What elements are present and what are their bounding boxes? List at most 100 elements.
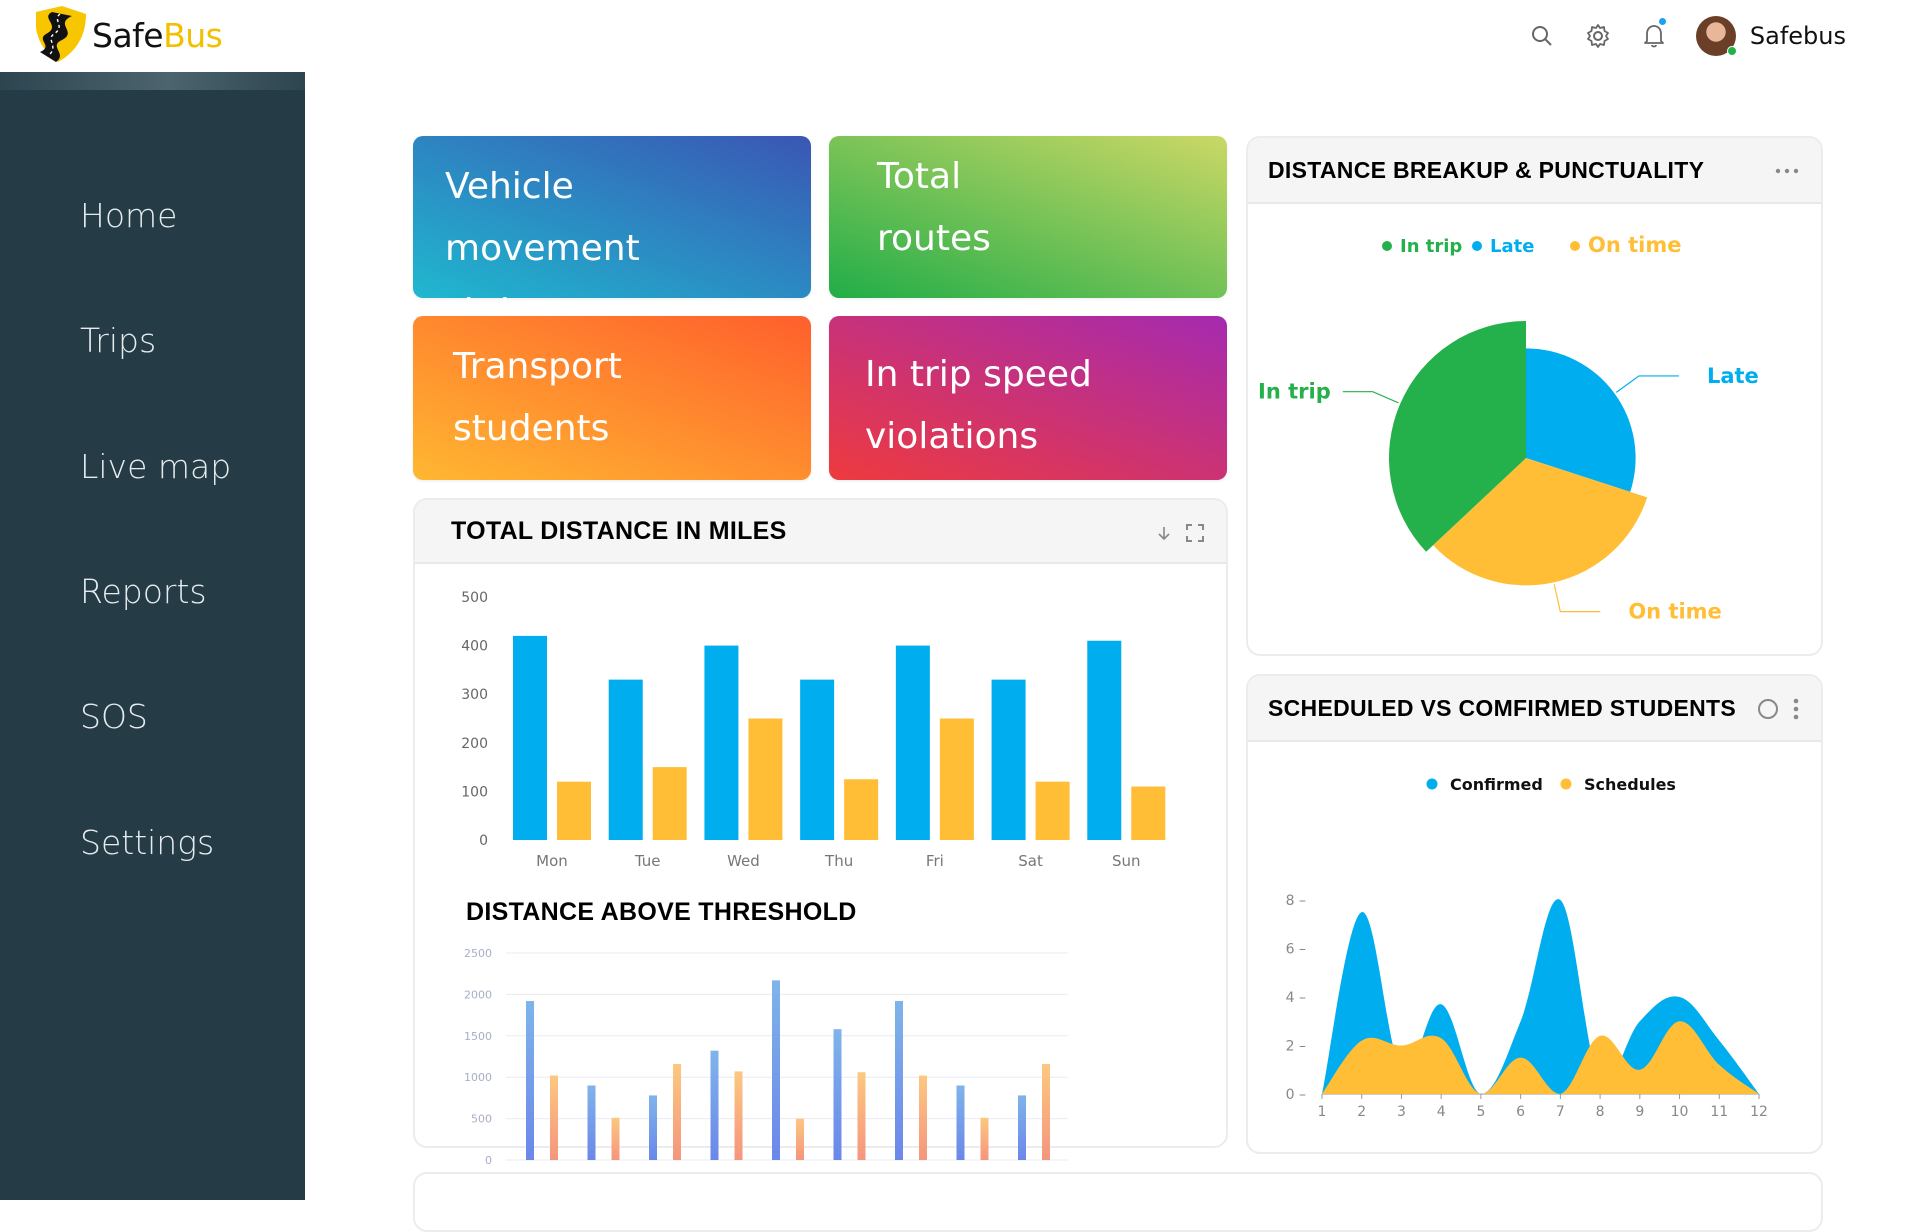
x-tick-label: 3 <box>1397 1104 1406 1120</box>
sidebar-item-reports[interactable]: Reports <box>80 572 207 611</box>
search-button[interactable] <box>1514 0 1570 72</box>
user-avatar[interactable] <box>1695 16 1737 56</box>
sidebar-item-live-map[interactable]: Live map <box>80 447 231 486</box>
threshold-chart-title: DISTANCE ABOVE THRESHOLD <box>466 898 857 926</box>
card-transport-students[interactable]: Transport students <box>413 316 811 480</box>
card-title-line1: In trip speed <box>865 354 1092 395</box>
x-tick-label: 7 <box>1556 1104 1565 1120</box>
y-tick-label: 0 <box>485 1154 492 1167</box>
card-vehicle-movement-status[interactable]: Vehicle movement status <box>413 136 811 331</box>
y-tick-label: 0 <box>479 833 488 849</box>
legend-label: In trip <box>1400 236 1462 257</box>
x-tick-label: 4 <box>1437 1104 1446 1120</box>
y-tick-label: 400 <box>461 639 488 655</box>
card-in-trip-speed-violations[interactable]: In trip speed violations <box>829 316 1227 480</box>
bar-series-2 <box>652 767 687 840</box>
bar-series-1 <box>895 645 930 840</box>
x-tick-label: 1 <box>1318 1104 1327 1120</box>
bar-series-2 <box>980 1117 989 1160</box>
x-tick-label: 2 <box>1357 1104 1366 1120</box>
x-tick-label: 12 <box>1750 1104 1768 1120</box>
legend-dot <box>1472 241 1482 251</box>
y-tick-label: 300 <box>461 687 488 703</box>
legend-dot <box>1426 778 1438 790</box>
bar-series-1 <box>526 1001 534 1160</box>
logo-text-primary: Safe <box>92 15 164 55</box>
sidebar-item-settings[interactable]: Settings <box>80 823 214 862</box>
panel-title: TOTAL DISTANCE IN MILES <box>451 516 787 545</box>
bar-series-2 <box>857 1072 866 1160</box>
bar-series-1 <box>772 980 780 1160</box>
x-tick-label: 11 <box>1710 1104 1728 1120</box>
more-horizontal-icon[interactable] <box>1775 168 1799 174</box>
refresh-circle-icon[interactable] <box>1757 698 1779 720</box>
bar-series-2 <box>557 781 591 840</box>
bar-series-1 <box>704 645 739 840</box>
header-actions: Safebus <box>1514 0 1930 72</box>
y-tick-label: 8 – <box>1286 893 1306 909</box>
safebus-logo[interactable]: SafeBus <box>32 6 223 64</box>
logo-text-secondary: Bus <box>163 15 223 55</box>
legend-label: Schedules <box>1584 775 1676 794</box>
logo-text: SafeBus <box>92 15 223 55</box>
bar-series-2 <box>748 718 783 840</box>
panel-header: SCHEDULED VS COMFIRMED STUDENTS <box>1248 676 1821 742</box>
pie-label: On time <box>1628 600 1721 624</box>
total-distance-chart: 0 100 200 300 400 500 Mon Tue Wed Thu Fri Sat Sun <box>461 590 1166 870</box>
sidebar: Home Trips Live map Reports SOS Settings <box>0 72 305 1200</box>
gear-icon <box>1586 24 1609 48</box>
download-icon[interactable] <box>1156 525 1172 541</box>
bar-series-2 <box>1131 786 1166 840</box>
legend-dot <box>1560 778 1572 790</box>
sidebar-item-sos[interactable]: SOS <box>80 697 148 736</box>
card-title-line2: violations <box>865 416 1039 457</box>
panel-header: TOTAL DISTANCE IN MILES <box>415 500 1226 564</box>
shield-road-icon <box>36 6 86 62</box>
card-title-line2: routes <box>877 218 991 259</box>
bar-series-1 <box>991 679 1026 840</box>
pie-label: In trip <box>1258 380 1331 404</box>
y-tick-label: 1000 <box>464 1071 492 1084</box>
notifications-button[interactable] <box>1626 0 1682 72</box>
bar-series-2 <box>1035 781 1070 840</box>
user-name[interactable]: Safebus <box>1750 22 1846 50</box>
x-tick-label: 9 <box>1635 1104 1644 1120</box>
panel-tools <box>1156 500 1204 566</box>
bar-series-2 <box>550 1075 558 1160</box>
bar-series-1 <box>895 1001 903 1160</box>
online-status-dot <box>1726 46 1737 56</box>
x-tick-label: Sat <box>1018 852 1043 870</box>
notification-dot <box>1658 18 1666 25</box>
y-tick-label: 4 – <box>1286 990 1306 1006</box>
panel-bottom <box>413 1172 1823 1232</box>
y-tick-label: 500 <box>461 590 488 606</box>
expand-icon[interactable] <box>1186 524 1204 542</box>
bar-series-2 <box>844 779 879 840</box>
sidebar-item-trips[interactable]: Trips <box>80 321 156 360</box>
x-tick-label: 5 <box>1476 1104 1485 1120</box>
bar-series-1 <box>649 1095 657 1160</box>
bar-series-1 <box>710 1050 719 1160</box>
pie-label: Late <box>1707 364 1759 388</box>
settings-button[interactable] <box>1570 0 1626 72</box>
x-tick-label: Wed <box>727 852 760 870</box>
legend-label: Confirmed <box>1450 775 1543 794</box>
card-title-line1: Transport <box>453 346 622 387</box>
more-vertical-icon[interactable] <box>1793 698 1799 720</box>
pie-label-line <box>1615 375 1679 393</box>
y-tick-label: 2500 <box>464 947 492 960</box>
panel-tools <box>1775 138 1799 204</box>
sidebar-item-home[interactable]: Home <box>80 196 177 235</box>
sidebar-top-shade <box>0 72 305 90</box>
top-header: SafeBus Safebus <box>0 0 1930 72</box>
y-tick-label: 0 – <box>1286 1087 1306 1103</box>
bar-series-2 <box>796 1118 804 1160</box>
y-tick-label: 100 <box>461 784 488 800</box>
card-title-line1: Vehicle movement <box>445 166 640 269</box>
bar-series-1 <box>833 1029 842 1160</box>
x-tick-label: Sun <box>1112 852 1141 870</box>
legend-label: Late <box>1490 236 1534 257</box>
x-tick-label: Tue <box>634 852 661 870</box>
bar-series-1 <box>1018 1095 1026 1160</box>
card-total-routes[interactable]: Total routes <box>829 136 1227 298</box>
